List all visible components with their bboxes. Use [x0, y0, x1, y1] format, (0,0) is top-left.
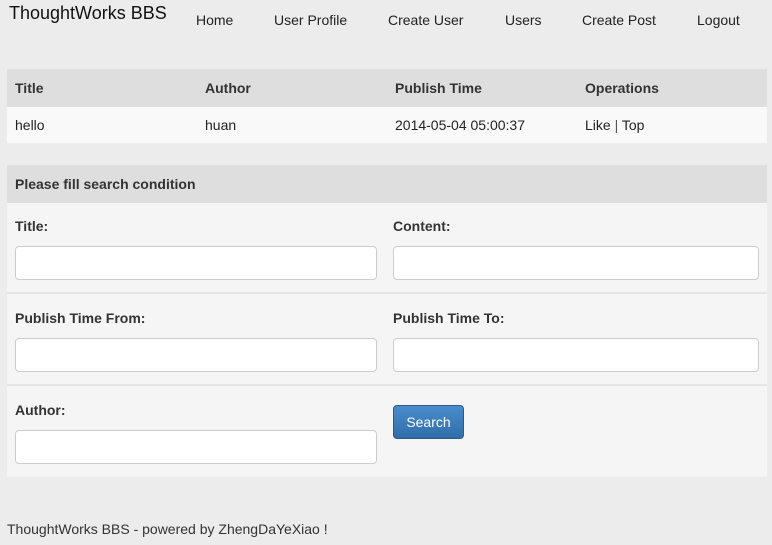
post-author-cell: huan: [197, 107, 387, 143]
column-header-title: Title: [7, 69, 197, 107]
nav-users[interactable]: Users: [505, 12, 542, 28]
title-field-label: Title:: [15, 218, 49, 234]
table-row: hello huan 2014-05-04 05:00:37 Like | To…: [7, 107, 767, 143]
operations-separator: |: [614, 117, 619, 133]
main-navigation: Home User Profile Create User Users Crea…: [0, 12, 772, 32]
post-publish-time-cell: 2014-05-04 05:00:37: [387, 107, 577, 143]
author-search-input[interactable]: [15, 430, 377, 464]
top-link[interactable]: Top: [622, 117, 645, 133]
nav-user-profile[interactable]: User Profile: [274, 12, 347, 28]
column-header-author: Author: [197, 69, 387, 107]
title-search-input[interactable]: [15, 246, 377, 280]
nav-home[interactable]: Home: [196, 12, 233, 28]
search-button[interactable]: Search: [393, 405, 464, 439]
row-divider: [7, 384, 767, 386]
search-panel: Please fill search condition Title: Cont…: [7, 165, 767, 477]
nav-create-post[interactable]: Create Post: [582, 12, 656, 28]
publish-time-from-label: Publish Time From:: [15, 310, 146, 326]
post-operations-cell: Like | Top: [577, 107, 767, 143]
column-header-operations: Operations: [577, 69, 767, 107]
nav-logout[interactable]: Logout: [697, 12, 740, 28]
content-search-input[interactable]: [393, 246, 759, 280]
publish-time-from-input[interactable]: [15, 338, 377, 372]
like-link[interactable]: Like: [585, 117, 611, 133]
publish-time-to-input[interactable]: [393, 338, 759, 372]
content-field-label: Content:: [393, 218, 451, 234]
nav-create-user[interactable]: Create User: [388, 12, 463, 28]
publish-time-to-label: Publish Time To:: [393, 310, 505, 326]
posts-table-header-row: Title Author Publish Time Operations: [7, 69, 767, 107]
author-field-label: Author:: [15, 402, 66, 418]
footer-text: ThoughtWorks BBS - powered by ZhengDaYeX…: [7, 521, 328, 537]
column-header-publish-time: Publish Time: [387, 69, 577, 107]
search-panel-heading: Please fill search condition: [7, 165, 767, 203]
posts-table: Title Author Publish Time Operations hel…: [7, 69, 767, 143]
post-title-cell: hello: [7, 107, 197, 143]
row-divider: [7, 292, 767, 294]
